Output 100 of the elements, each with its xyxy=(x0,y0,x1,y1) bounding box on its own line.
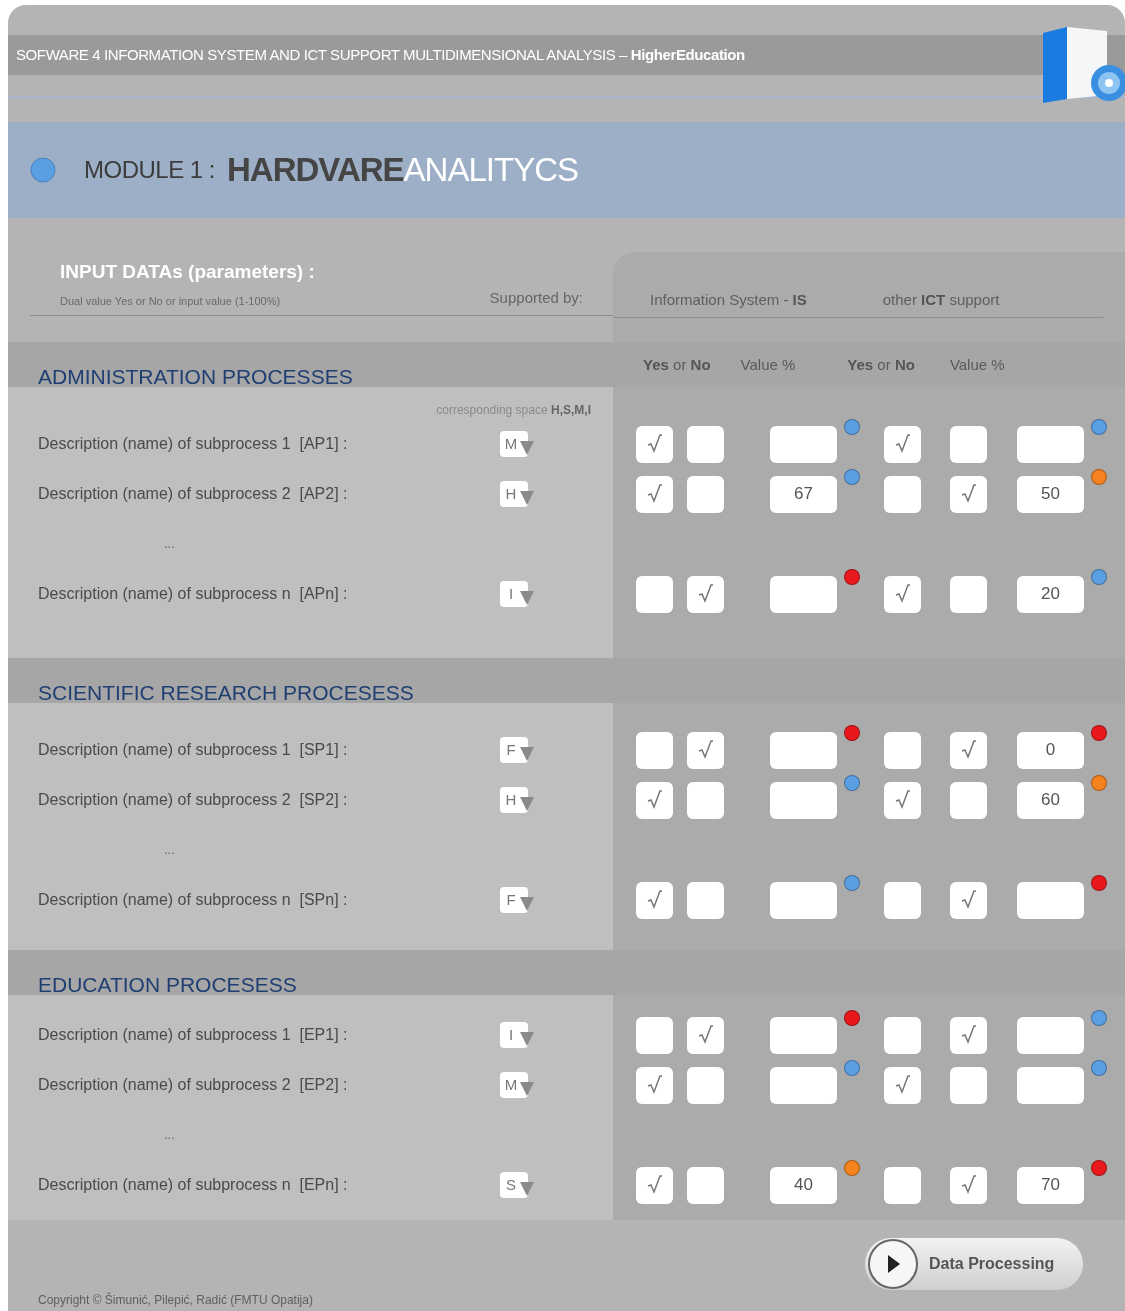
caret-icon[interactable] xyxy=(520,491,534,505)
checkbox[interactable] xyxy=(687,425,724,463)
checkbox[interactable] xyxy=(636,1066,673,1104)
checkbox[interactable] xyxy=(636,881,673,919)
space-dropdown[interactable]: I xyxy=(500,1022,528,1048)
copyright: Copyright © Šimunić, Pilepić, Radić (FMTU Opatija) xyxy=(38,1291,313,1309)
checkbox[interactable] xyxy=(950,1066,987,1104)
checkbox[interactable] xyxy=(950,881,987,919)
column-header: Yes or No xyxy=(643,355,711,375)
data-processing-button[interactable]: Data Processing xyxy=(865,1238,1083,1290)
subprocess-label: Description (name) of subprocess 1 [AP1] : xyxy=(38,434,349,454)
ellipsis: ... xyxy=(164,841,175,860)
checkbox[interactable] xyxy=(687,731,724,769)
value-field[interactable] xyxy=(770,881,837,919)
value-field[interactable] xyxy=(770,781,837,819)
checkbox[interactable] xyxy=(636,475,673,513)
checkbox[interactable] xyxy=(950,425,987,463)
value-field[interactable] xyxy=(770,575,837,613)
column-header: Yes or No xyxy=(847,355,915,375)
space-dropdown[interactable]: M xyxy=(500,431,528,457)
value-field[interactable] xyxy=(770,425,837,463)
checkbox[interactable] xyxy=(687,1066,724,1104)
checkbox[interactable] xyxy=(636,1166,673,1204)
checkmark-icon xyxy=(960,740,977,760)
value-field[interactable]: 20 xyxy=(1017,575,1084,613)
caret-icon[interactable] xyxy=(520,441,534,455)
value-field[interactable]: 60 xyxy=(1017,781,1084,819)
checkbox[interactable] xyxy=(950,1016,987,1054)
checkbox[interactable] xyxy=(950,781,987,819)
checkbox[interactable] xyxy=(636,731,673,769)
value-field[interactable] xyxy=(1017,1016,1084,1054)
checkbox[interactable] xyxy=(884,1016,921,1054)
checkmark-icon xyxy=(646,1075,663,1095)
checkbox[interactable] xyxy=(884,425,921,463)
checkmark-icon xyxy=(697,1025,714,1045)
checkbox[interactable] xyxy=(687,881,724,919)
caret-icon[interactable] xyxy=(520,1032,534,1046)
value-field[interactable] xyxy=(770,731,837,769)
value-field[interactable] xyxy=(1017,1066,1084,1104)
checkmark-icon xyxy=(894,434,911,454)
space-dropdown[interactable]: M xyxy=(500,1072,528,1098)
checkbox[interactable] xyxy=(687,575,724,613)
app-title: SOFWARE 4 INFORMATION SYSTEM AND ICT SUPPORT MULTIDIMENSIONAL ANALYSIS – HigherEducation xyxy=(16,44,745,65)
checkmark-icon xyxy=(646,484,663,504)
supported-by-label: Supported by: xyxy=(489,287,583,308)
space-dropdown[interactable]: S xyxy=(500,1172,528,1198)
caret-icon[interactable] xyxy=(520,747,534,761)
checkbox[interactable] xyxy=(884,881,921,919)
value-field[interactable]: 67 xyxy=(770,475,837,513)
checkbox[interactable] xyxy=(950,1166,987,1204)
checkbox[interactable] xyxy=(950,475,987,513)
checkbox[interactable] xyxy=(884,1166,921,1204)
checkbox[interactable] xyxy=(636,1016,673,1054)
checkbox[interactable] xyxy=(884,731,921,769)
value-field[interactable] xyxy=(770,1016,837,1054)
checkbox[interactable] xyxy=(687,475,724,513)
checkbox[interactable] xyxy=(884,475,921,513)
value-field[interactable]: 0 xyxy=(1017,731,1084,769)
caret-icon[interactable] xyxy=(520,797,534,811)
space-dropdown[interactable]: F xyxy=(500,887,528,913)
value-field[interactable]: 70 xyxy=(1017,1166,1084,1204)
checkmark-icon xyxy=(646,1175,663,1195)
checkbox[interactable] xyxy=(950,575,987,613)
value-field[interactable] xyxy=(770,1066,837,1104)
checkbox[interactable] xyxy=(884,781,921,819)
checkmark-icon xyxy=(697,584,714,604)
subprocess-label: Description (name) of subprocess n [SPn] : xyxy=(38,890,349,910)
subprocess-label: Description (name) of subprocess 2 [SP2] : xyxy=(38,790,349,810)
module-label: MODULE 1 : xyxy=(84,155,216,185)
value-field[interactable]: 50 xyxy=(1017,475,1084,513)
module-title: HARDVAREANALITYCS xyxy=(227,150,578,191)
space-dropdown[interactable]: I xyxy=(500,581,528,607)
checkbox[interactable] xyxy=(884,575,921,613)
subprocess-label: Description (name) of subprocess n [EPn] : xyxy=(38,1175,349,1195)
bullet-icon xyxy=(30,157,56,183)
caret-icon[interactable] xyxy=(520,1082,534,1096)
checkmark-icon xyxy=(646,434,663,454)
checkbox[interactable] xyxy=(950,731,987,769)
section-title: EDUCATION PROCESESS xyxy=(38,974,297,995)
checkmark-icon xyxy=(894,584,911,604)
checkmark-icon xyxy=(894,1075,911,1095)
checkbox[interactable] xyxy=(636,575,673,613)
value-field[interactable] xyxy=(1017,425,1084,463)
checkbox[interactable] xyxy=(687,781,724,819)
input-hint: Dual value Yes or No or input value (1-100%) xyxy=(60,293,281,309)
space-dropdown[interactable]: F xyxy=(500,737,528,763)
subprocess-label: Description (name) of subprocess 1 [EP1] : xyxy=(38,1025,349,1045)
space-dropdown[interactable]: H xyxy=(500,787,528,813)
caret-icon[interactable] xyxy=(520,1182,534,1196)
value-field[interactable] xyxy=(1017,881,1084,919)
checkbox[interactable] xyxy=(636,425,673,463)
checkbox[interactable] xyxy=(884,1066,921,1104)
checkbox[interactable] xyxy=(687,1016,724,1054)
caret-icon[interactable] xyxy=(520,897,534,911)
value-field[interactable]: 40 xyxy=(770,1166,837,1204)
checkbox[interactable] xyxy=(636,781,673,819)
checkbox[interactable] xyxy=(687,1166,724,1204)
caret-icon[interactable] xyxy=(520,591,534,605)
checkmark-icon xyxy=(960,1175,977,1195)
space-dropdown[interactable]: H xyxy=(500,481,528,507)
